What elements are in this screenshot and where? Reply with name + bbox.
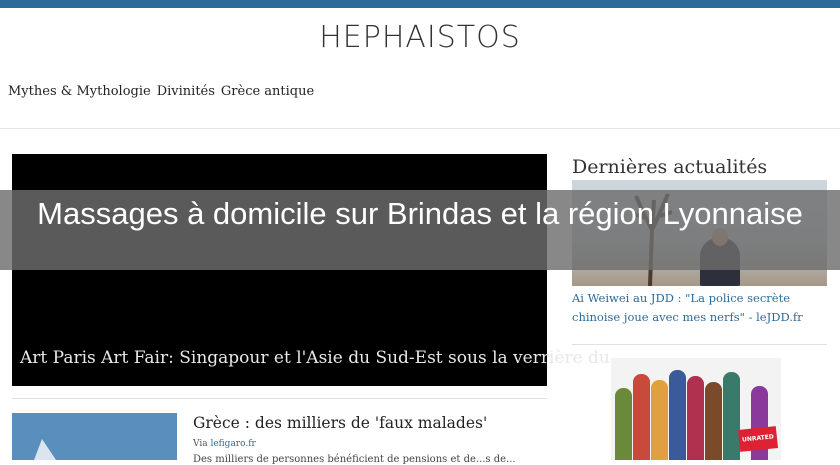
poster-figure <box>723 372 740 460</box>
sidebar-divider <box>572 344 827 345</box>
news-image-poster[interactable]: UNRATED <box>611 358 781 460</box>
source-link[interactable]: lefigaro.fr <box>210 439 255 449</box>
article-divider <box>12 398 547 399</box>
article-source: Via lefigaro.fr <box>193 439 256 449</box>
tag-grece-antique[interactable]: Grèce antique <box>221 84 314 99</box>
site-title[interactable]: HEPHAISTOS <box>0 20 840 55</box>
hero-slideshow[interactable]: Art Paris Art Fair: Singapour et l'Asie … <box>12 154 610 386</box>
poster-figure <box>615 388 632 460</box>
tag-list: Mythes & Mythologie Divinités Grèce antiqu… <box>8 84 320 99</box>
news-link-ai-weiwei[interactable]: Ai Weiwei au JDD : "La police secrète ch… <box>572 289 832 327</box>
tag-mythes-mythologie[interactable]: Mythes & Mythologie <box>8 84 151 99</box>
poster-figure <box>687 376 704 460</box>
ad-overlay-text[interactable]: Massages à domicile sur Brindas et la ré… <box>0 195 840 233</box>
poster-label: UNRATED <box>737 426 779 452</box>
sail-icon <box>34 439 56 460</box>
top-accent-bar <box>0 0 840 8</box>
article-title[interactable]: Grèce : des milliers de 'faux malades' <box>193 414 487 432</box>
header-divider <box>0 128 840 129</box>
poster-figure <box>669 370 686 460</box>
hero-caption[interactable]: Art Paris Art Fair: Singapour et l'Asie … <box>20 348 610 368</box>
sidebar-title: Dernières actualités <box>572 156 768 178</box>
poster-figure <box>633 374 650 460</box>
article-thumbnail[interactable] <box>12 413 177 460</box>
via-label: Via <box>193 439 208 449</box>
poster-figure <box>705 382 722 460</box>
poster-figure <box>651 380 668 460</box>
tag-divinites[interactable]: Divinités <box>157 84 215 99</box>
